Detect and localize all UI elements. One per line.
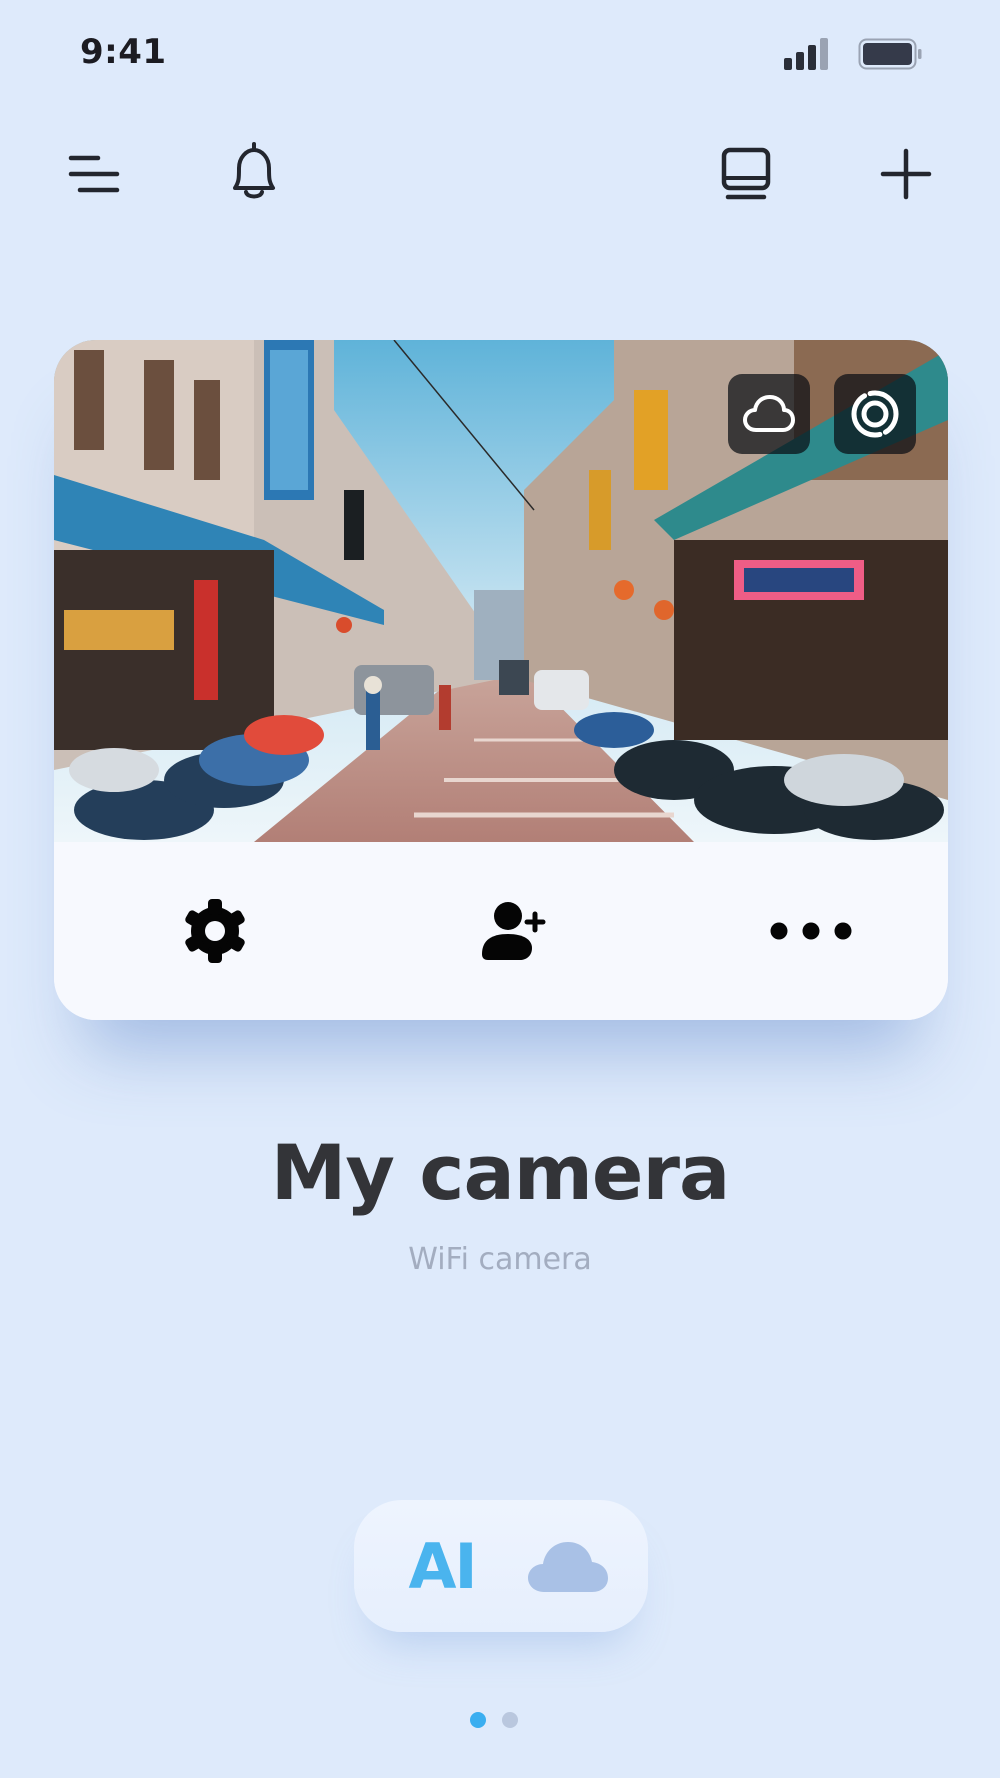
more-options-button[interactable]: [766, 886, 856, 976]
notifications-button[interactable]: [222, 140, 286, 204]
page-dot-active[interactable]: [470, 1712, 486, 1728]
capture-target-icon: [851, 390, 899, 438]
cloud-icon: [743, 395, 795, 432]
plus-icon: [880, 148, 932, 200]
signal-icon: [784, 38, 828, 70]
bell-icon: [233, 142, 275, 199]
devices-button[interactable]: [714, 142, 778, 206]
status-time: 9:41: [80, 32, 167, 72]
ai-feature-button[interactable]: AI: [404, 1530, 480, 1603]
share-user-button[interactable]: [468, 886, 558, 976]
camera-preview[interactable]: [54, 340, 948, 842]
camera-settings-button[interactable]: [170, 886, 260, 976]
device-type: WiFi camera: [408, 1242, 592, 1277]
gear-icon: [185, 899, 245, 963]
device-name: My camera: [270, 1128, 730, 1217]
card-actions: [54, 842, 948, 1020]
capture-button[interactable]: [834, 374, 916, 454]
page-dot[interactable]: [502, 1712, 518, 1728]
page-indicator: [470, 1712, 530, 1730]
cloud-icon[interactable]: [526, 1536, 610, 1598]
monitor-icon: [721, 147, 771, 200]
camera-card[interactable]: [54, 340, 948, 1020]
more-dots-icon: [770, 922, 852, 940]
cloud-storage-button[interactable]: [728, 374, 810, 454]
street-scene-image: [54, 340, 948, 842]
add-device-button[interactable]: [874, 142, 938, 206]
battery-icon: [858, 38, 922, 70]
menu-lines-icon: [68, 155, 120, 193]
feature-switcher: AI: [354, 1500, 648, 1632]
add-user-icon: [482, 902, 546, 960]
menu-button[interactable]: [62, 142, 126, 206]
